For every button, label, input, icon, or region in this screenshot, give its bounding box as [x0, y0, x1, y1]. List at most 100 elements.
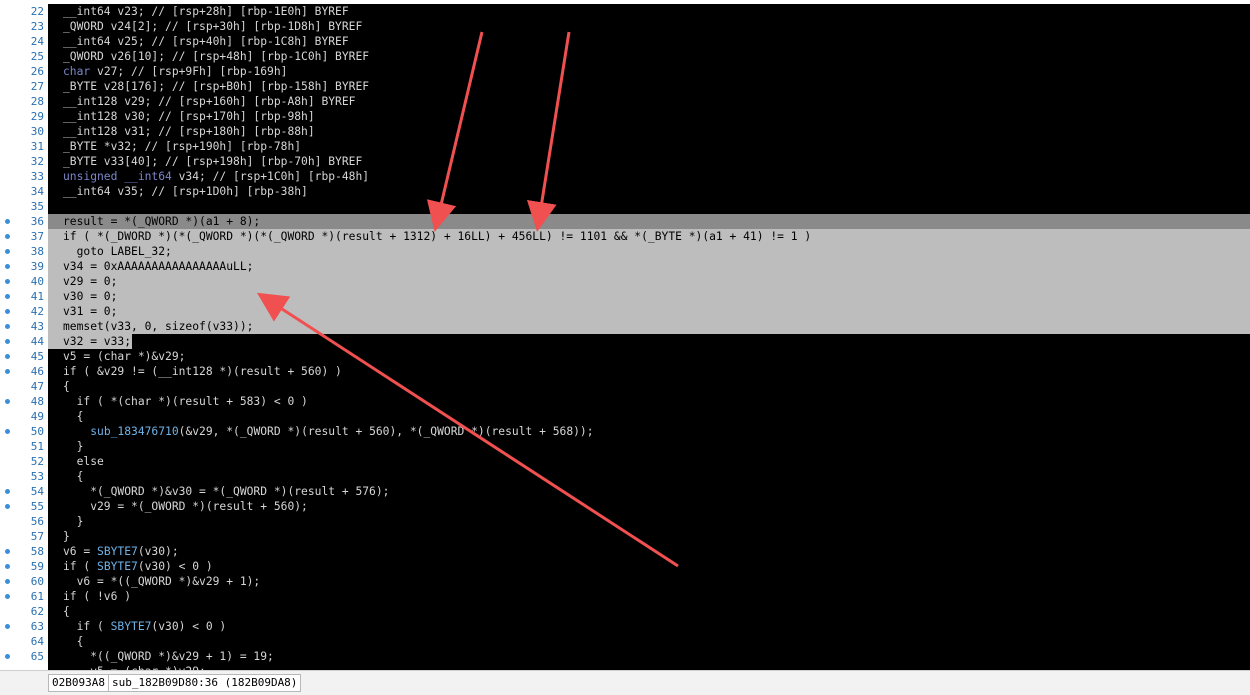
- code-line[interactable]: if ( SBYTE7(v30) < 0 ): [48, 619, 1250, 634]
- line-number: 23: [0, 19, 48, 34]
- line-number: 28: [0, 94, 48, 109]
- line-number-text: 54: [30, 485, 44, 498]
- breakpoint-dot-icon[interactable]: [5, 294, 10, 299]
- breakpoint-dot-icon[interactable]: [5, 354, 10, 359]
- line-number: 47: [0, 379, 48, 394]
- code-line[interactable]: memset(v33, 0, sizeof(v33));: [48, 319, 1250, 334]
- code-line[interactable]: __int128 v31; // [rsp+180h] [rbp-88h]: [48, 124, 1250, 139]
- breakpoint-dot-icon[interactable]: [5, 489, 10, 494]
- line-number-text: 60: [30, 575, 44, 588]
- code-line[interactable]: v29 = *(_OWORD *)(result + 560);: [48, 499, 1250, 514]
- code-line[interactable]: sub_183476710(&v29, *(_QWORD *)(result +…: [48, 424, 1250, 439]
- breakpoint-dot-icon[interactable]: [5, 429, 10, 434]
- breakpoint-dot-icon[interactable]: [5, 249, 10, 254]
- breakpoint-dot-icon[interactable]: [5, 579, 10, 584]
- line-number: 44: [0, 334, 48, 349]
- breakpoint-dot-icon[interactable]: [5, 624, 10, 629]
- line-number: 57: [0, 529, 48, 544]
- code-line[interactable]: if ( !v6 ): [48, 589, 1250, 604]
- code-line[interactable]: {: [48, 634, 1250, 649]
- code-line[interactable]: {: [48, 604, 1250, 619]
- code-line[interactable]: __int128 v30; // [rsp+170h] [rbp-98h]: [48, 109, 1250, 124]
- line-number: 31: [0, 139, 48, 154]
- code-line[interactable]: v6 = *((_QWORD *)&v29 + 1);: [48, 574, 1250, 589]
- code-line[interactable]: v32 = v33;: [48, 334, 1250, 349]
- code-line[interactable]: *((_QWORD *)&v29 + 1) = 19;: [48, 649, 1250, 664]
- code-line[interactable]: {: [48, 379, 1250, 394]
- line-number: 38: [0, 244, 48, 259]
- code-line[interactable]: __int64 v25; // [rsp+40h] [rbp-1C8h] BYR…: [48, 34, 1250, 49]
- code-line[interactable]: goto LABEL_32;: [48, 244, 1250, 259]
- breakpoint-dot-icon[interactable]: [5, 309, 10, 314]
- code-line[interactable]: __int128 v29; // [rsp+160h] [rbp-A8h] BY…: [48, 94, 1250, 109]
- line-number: 36: [0, 214, 48, 229]
- line-number-text: 58: [30, 545, 44, 558]
- breakpoint-dot-icon[interactable]: [5, 219, 10, 224]
- code-line[interactable]: __int64 v23; // [rsp+28h] [rbp-1E0h] BYR…: [48, 4, 1250, 19]
- breakpoint-dot-icon[interactable]: [5, 654, 10, 659]
- code-line[interactable]: {: [48, 409, 1250, 424]
- code-line[interactable]: result = *(_QWORD *)(a1 + 8);: [48, 214, 1250, 229]
- breakpoint-dot-icon[interactable]: [5, 594, 10, 599]
- breakpoint-dot-icon[interactable]: [5, 549, 10, 554]
- breakpoint-dot-icon[interactable]: [5, 369, 10, 374]
- line-number-text: 40: [30, 275, 44, 288]
- code-line[interactable]: if ( *(char *)(result + 583) < 0 ): [48, 394, 1250, 409]
- code-line[interactable]: if ( SBYTE7(v30) < 0 ): [48, 559, 1250, 574]
- line-number-text: 52: [30, 455, 44, 468]
- line-number-text: 43: [30, 320, 44, 333]
- code-line[interactable]: }: [48, 514, 1250, 529]
- code-line[interactable]: }: [48, 439, 1250, 454]
- line-number-gutter[interactable]: 22 23 24 25 26 27 28 29 30 31 32 33 34 35 36 37 38 39 40 41…: [0, 4, 48, 670]
- code-line[interactable]: _QWORD v26[10]; // [rsp+48h] [rbp-1C0h] …: [48, 49, 1250, 64]
- status-address: 02B093A8: [48, 674, 109, 692]
- breakpoint-dot-icon[interactable]: [5, 339, 10, 344]
- line-number-text: 47: [30, 380, 44, 393]
- code-line[interactable]: {: [48, 469, 1250, 484]
- code-line[interactable]: [48, 199, 1250, 214]
- code-line[interactable]: v31 = 0;: [48, 304, 1250, 319]
- breakpoint-dot-icon[interactable]: [5, 279, 10, 284]
- code-line[interactable]: char v27; // [rsp+9Fh] [rbp-169h]: [48, 64, 1250, 79]
- line-number: 53: [0, 469, 48, 484]
- line-number: 29: [0, 109, 48, 124]
- code-line[interactable]: v5 = (char *)&v29;: [48, 349, 1250, 364]
- code-line[interactable]: v30 = 0;: [48, 289, 1250, 304]
- code-line[interactable]: __int64 v35; // [rsp+1D0h] [rbp-38h]: [48, 184, 1250, 199]
- line-number: 63: [0, 619, 48, 634]
- line-number: 55: [0, 499, 48, 514]
- code-line[interactable]: v34 = 0xAAAAAAAAAAAAAAAAuLL;: [48, 259, 1250, 274]
- line-number-text: 46: [30, 365, 44, 378]
- code-line[interactable]: *(_QWORD *)&v30 = *(_QWORD *)(result + 5…: [48, 484, 1250, 499]
- breakpoint-dot-icon[interactable]: [5, 234, 10, 239]
- code-line[interactable]: if ( *(_DWORD *)(*(_QWORD *)(*(_QWORD *)…: [48, 229, 1250, 244]
- breakpoint-dot-icon[interactable]: [5, 564, 10, 569]
- code-line[interactable]: }: [48, 529, 1250, 544]
- line-number: 54: [0, 484, 48, 499]
- line-number: 37: [0, 229, 48, 244]
- line-number: 24: [0, 34, 48, 49]
- line-number-text: 31: [30, 140, 44, 153]
- pseudocode-view[interactable]: __int64 v23; // [rsp+28h] [rbp-1E0h] BYR…: [48, 4, 1250, 670]
- code-line[interactable]: if ( &v29 != (__int128 *)(result + 560) …: [48, 364, 1250, 379]
- breakpoint-dot-icon[interactable]: [5, 399, 10, 404]
- line-number: 32: [0, 154, 48, 169]
- code-line[interactable]: v6 = SBYTE7(v30);: [48, 544, 1250, 559]
- breakpoint-dot-icon[interactable]: [5, 504, 10, 509]
- code-line[interactable]: v29 = 0;: [48, 274, 1250, 289]
- code-line[interactable]: unsigned __int64 v34; // [rsp+1C0h] [rbp…: [48, 169, 1250, 184]
- line-number-text: 44: [30, 335, 44, 348]
- line-number-text: 63: [30, 620, 44, 633]
- code-line[interactable]: _BYTE *v32; // [rsp+190h] [rbp-78h]: [48, 139, 1250, 154]
- breakpoint-dot-icon[interactable]: [5, 264, 10, 269]
- line-number: 49: [0, 409, 48, 424]
- code-line[interactable]: _BYTE v28[176]; // [rsp+B0h] [rbp-158h] …: [48, 79, 1250, 94]
- line-number-text: 32: [30, 155, 44, 168]
- line-number-text: 22: [30, 5, 44, 18]
- line-number-text: 56: [30, 515, 44, 528]
- code-line[interactable]: _BYTE v33[40]; // [rsp+198h] [rbp-70h] B…: [48, 154, 1250, 169]
- code-line[interactable]: else: [48, 454, 1250, 469]
- code-line[interactable]: _QWORD v24[2]; // [rsp+30h] [rbp-1D8h] B…: [48, 19, 1250, 34]
- breakpoint-dot-icon[interactable]: [5, 324, 10, 329]
- line-number-text: 61: [30, 590, 44, 603]
